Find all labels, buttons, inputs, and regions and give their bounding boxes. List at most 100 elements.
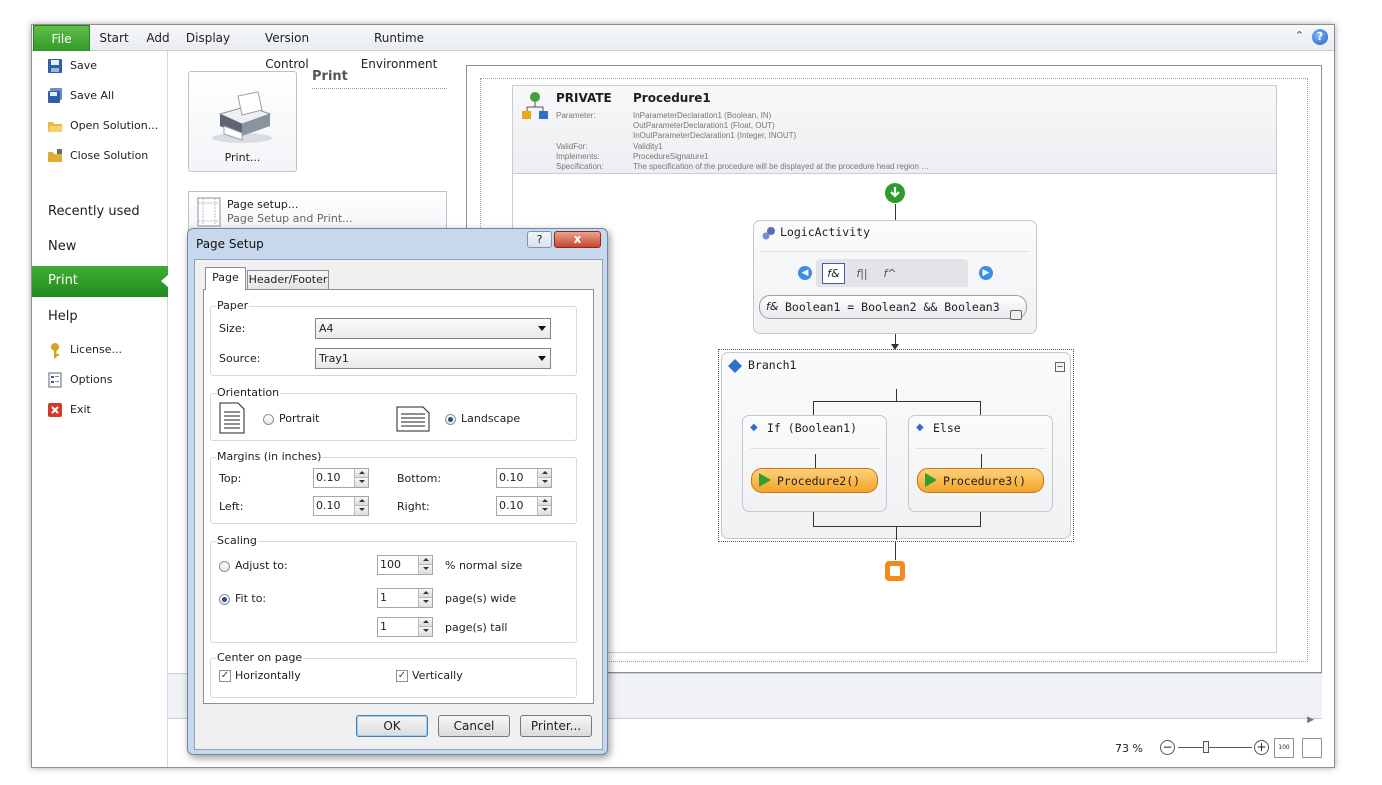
backstage-exit-label: Exit xyxy=(70,403,91,416)
spin-down-icon[interactable] xyxy=(354,478,368,487)
zoom-out-icon[interactable]: − xyxy=(1160,740,1175,755)
exit-icon xyxy=(48,403,62,417)
connector-line xyxy=(896,389,897,401)
right-margin-input[interactable]: 0.10 xyxy=(496,496,552,516)
condition-icon: ◆ xyxy=(750,422,758,433)
spin-down-icon[interactable] xyxy=(537,506,551,515)
backstage-license[interactable]: License... xyxy=(32,337,168,363)
backstage-close-solution[interactable]: Close Solution xyxy=(32,143,168,169)
pages-tall-input[interactable]: 1 xyxy=(377,617,433,637)
spin-up-icon[interactable] xyxy=(537,497,551,506)
tab-start[interactable]: Start xyxy=(94,25,134,51)
branch-node[interactable]: Branch1 − ◆ If (Boolean1) Procedure2() ◆… xyxy=(721,352,1071,540)
expression-pill[interactable]: f& Boolean1 = Boolean2 && Boolean3 xyxy=(759,295,1027,320)
tab-page[interactable]: Page xyxy=(205,267,246,290)
page-setup-button[interactable]: Page setup... Page Setup and Print... xyxy=(188,191,447,233)
zoom-slider-track[interactable] xyxy=(1178,747,1252,748)
else-node[interactable]: ◆ Else Procedure3() xyxy=(908,415,1053,512)
start-icon[interactable] xyxy=(884,182,906,204)
spin-down-icon[interactable] xyxy=(354,506,368,515)
landscape-radio[interactable] xyxy=(445,414,456,425)
zoom-in-icon[interactable]: + xyxy=(1254,740,1269,755)
adjust-to-input[interactable]: 100 xyxy=(377,555,433,575)
separator xyxy=(760,251,1030,252)
help-icon[interactable]: ? xyxy=(1312,29,1328,45)
top-label: Top: xyxy=(219,472,242,485)
tab-header-footer[interactable]: Header/Footer xyxy=(247,270,329,290)
procedure2-label: Procedure2() xyxy=(777,474,861,488)
backstage-recently-used[interactable]: Recently used xyxy=(32,197,168,227)
top-margin-input[interactable]: 0.10 xyxy=(313,468,369,488)
printer-icon xyxy=(212,91,272,143)
spin-up-icon[interactable] xyxy=(418,556,432,565)
xor-operator-icon[interactable]: f^ xyxy=(880,263,900,284)
size-select[interactable]: A4 xyxy=(315,318,551,339)
printer-button[interactable]: Printer... xyxy=(520,715,592,737)
source-select[interactable]: Tray1 xyxy=(315,348,551,369)
connector-line xyxy=(895,204,896,220)
backstage-exit[interactable]: Exit xyxy=(32,397,168,423)
print-button[interactable]: Print... xyxy=(188,71,297,172)
diamond-icon xyxy=(728,359,742,373)
end-icon[interactable] xyxy=(884,560,906,582)
dialog-close-button[interactable]: x xyxy=(554,231,601,248)
procedure-tree-icon xyxy=(522,92,548,119)
fit-to-radio[interactable] xyxy=(219,594,230,605)
spin-down-icon[interactable] xyxy=(537,478,551,487)
backstage-open-solution[interactable]: Open Solution... xyxy=(32,113,168,139)
and-operator-icon[interactable]: f& xyxy=(822,263,845,284)
logic-activity-node[interactable]: LogicActivity ◀ f& f|| f^ ▶ f& Boolean1 … xyxy=(753,220,1037,334)
collapse-icon[interactable] xyxy=(1010,310,1022,320)
bottom-margin-input[interactable]: 0.10 xyxy=(496,468,552,488)
backstage-license-label: License... xyxy=(70,343,122,356)
tab-file[interactable]: File xyxy=(33,25,90,51)
spin-down-icon[interactable] xyxy=(418,565,432,574)
orientation-group: Orientation Portrait Landscape xyxy=(210,386,577,441)
previous-icon[interactable]: ◀ xyxy=(798,266,812,280)
tab-version-control[interactable]: Version Control xyxy=(242,25,332,71)
backstage-new[interactable]: New xyxy=(32,232,168,262)
scroll-right-icon[interactable]: ▶ xyxy=(1307,715,1314,725)
spin-up-icon[interactable] xyxy=(354,469,368,478)
spin-up-icon[interactable] xyxy=(418,618,432,627)
zoom-slider-thumb[interactable] xyxy=(1203,741,1210,753)
backstage-help[interactable]: Help xyxy=(32,302,168,332)
spin-up-icon[interactable] xyxy=(354,497,368,506)
dialog-help-button[interactable]: ? xyxy=(527,231,552,248)
backstage-save[interactable]: Save xyxy=(32,53,168,79)
if-node[interactable]: ◆ If (Boolean1) Procedure2() xyxy=(742,415,887,512)
zoom-100-icon[interactable]: 100 xyxy=(1274,738,1294,758)
tab-display[interactable]: Display xyxy=(184,25,232,51)
paper-group: Paper Size: A4 Source: Tray1 xyxy=(210,299,577,376)
adjust-to-radio[interactable] xyxy=(219,561,230,572)
collapse-ribbon-icon[interactable]: ⌃ xyxy=(1295,29,1304,42)
ok-button[interactable]: OK xyxy=(356,715,428,737)
spin-up-icon[interactable] xyxy=(537,469,551,478)
procedure3-call[interactable]: Procedure3() xyxy=(917,468,1044,493)
vertically-checkbox[interactable]: ✓ xyxy=(396,670,408,682)
collapse-branch-icon[interactable]: − xyxy=(1055,362,1065,372)
save-icon xyxy=(48,59,62,73)
or-operator-icon[interactable]: f|| xyxy=(852,263,872,284)
validfor-label: ValidFor: xyxy=(556,142,588,151)
backstage-print[interactable]: Print xyxy=(32,266,169,297)
zoom-bar: 73 % − + 100 xyxy=(1112,737,1334,761)
left-margin-input[interactable]: 0.10 xyxy=(313,496,369,516)
procedure2-call[interactable]: Procedure2() xyxy=(751,468,878,493)
tab-runtime-environment[interactable]: Runtime Environment xyxy=(342,25,456,71)
cancel-button[interactable]: Cancel xyxy=(438,715,510,737)
next-icon[interactable]: ▶ xyxy=(979,266,993,280)
fit-page-icon[interactable] xyxy=(1302,738,1322,758)
print-button-label: Print... xyxy=(224,151,261,164)
connector-line xyxy=(980,401,981,415)
spin-up-icon[interactable] xyxy=(418,589,432,598)
portrait-radio[interactable] xyxy=(263,414,274,425)
backstage-options[interactable]: Options xyxy=(32,367,168,393)
horizontally-checkbox[interactable]: ✓ xyxy=(219,670,231,682)
backstage-save-all[interactable]: Save All xyxy=(32,83,168,109)
tab-add[interactable]: Add xyxy=(140,25,176,51)
pages-wide-input[interactable]: 1 xyxy=(377,588,433,608)
procedure-head: PRIVATE Procedure1 Parameter: InParamete… xyxy=(513,86,1276,174)
spin-down-icon[interactable] xyxy=(418,627,432,636)
spin-down-icon[interactable] xyxy=(418,598,432,607)
